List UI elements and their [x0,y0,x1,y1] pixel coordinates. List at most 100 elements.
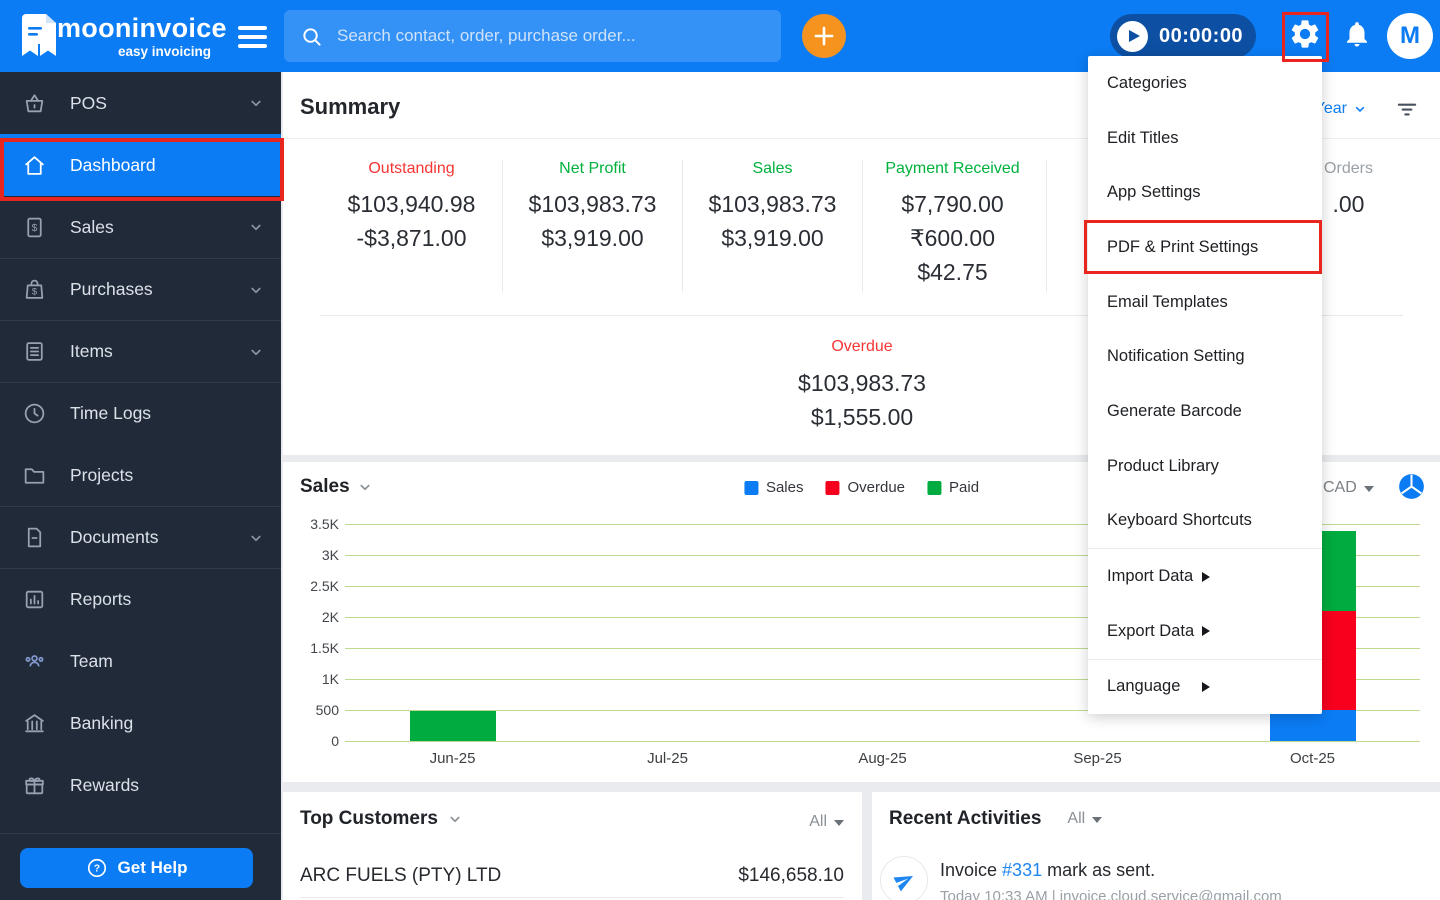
chevron-down-icon [247,218,265,236]
sidebar-item-label: Projects [70,464,134,485]
stat-label: Outstanding [368,160,455,177]
clock-icon [22,401,48,426]
menu-item-label: Keyboard Shortcuts [1107,511,1252,530]
sidebar-item-purchases[interactable]: $ Purchases [0,258,281,320]
hamburger-menu-icon[interactable] [238,26,267,53]
sidebar-item-projects[interactable]: Projects [0,444,281,506]
filter-icon[interactable] [1394,96,1420,127]
sidebar-item-sales[interactable]: $ Sales [0,196,281,258]
sidebar-item-time-logs[interactable]: Time Logs [0,382,281,444]
legend-label: Paid [949,479,980,496]
caret-down-icon [1363,486,1374,492]
stat-outstanding: Outstanding $103,940.98 -$3,871.00 [321,160,502,255]
x-tick-label: Jul-25 [647,750,688,767]
menu-item-notification-setting[interactable]: Notification Setting [1088,329,1322,384]
pie-chart-toggle-icon[interactable] [1398,473,1425,505]
brand-name: mooninvoice [57,13,227,43]
sidebar-item-label: Items [70,341,113,361]
menu-item-app-settings[interactable]: App Settings [1088,165,1322,220]
y-tick-label: 0 [331,733,339,749]
submenu-arrow-icon [1201,681,1305,692]
chevron-down-icon [247,94,265,112]
stat-net-profit: Net Profit $103,983.73 $3,919.00 [502,160,683,255]
get-help-label: Get Help [117,858,188,877]
sales-chart-title-dropdown[interactable]: Sales [300,476,374,498]
sidebar-item-dashboard[interactable]: Dashboard [0,134,281,196]
sidebar-item-label: POS [70,92,107,113]
chevron-down-icon [247,281,265,299]
notifications-bell-icon[interactable] [1342,19,1372,54]
sidebar-item-pos[interactable]: POS [0,72,281,134]
settings-gear-icon[interactable] [1288,17,1322,56]
legend-swatch [825,480,840,495]
x-tick-label: Aug-25 [858,750,907,767]
menu-item-label: Email Templates [1107,292,1228,311]
play-icon [1117,20,1148,52]
menu-item-label: PDF & Print Settings [1107,237,1259,256]
top-customers-filter[interactable]: All [809,813,844,831]
settings-dropdown-menu: Categories Edit Titles App Settings PDF & P… [1088,56,1322,715]
gift-icon [22,773,48,798]
menu-item-pdf-print-settings[interactable]: PDF & Print Settings [1088,220,1322,275]
bar-segment-paid[interactable] [409,711,496,741]
sidebar-divider [0,833,281,834]
menu-item-export-data[interactable]: Export Data [1088,604,1322,659]
chart-legend: Sales Overdue Paid [743,479,980,496]
sales-doc-icon: $ [22,215,48,240]
menu-item-generate-barcode[interactable]: Generate Barcode [1088,384,1322,439]
invoice-link[interactable]: #331 [1002,860,1042,880]
sidebar-item-banking[interactable]: Banking [0,692,281,754]
menu-item-label: Language [1107,677,1181,696]
menu-item-edit-titles[interactable]: Edit Titles [1088,111,1322,166]
stat-label: Sales [752,160,793,177]
folder-icon [22,463,48,488]
time-tracker-button[interactable]: 00:00:00 [1110,14,1256,58]
chevron-down-icon [1355,106,1365,113]
legend-swatch [927,480,942,495]
plus-icon [811,23,837,49]
activity-icon-circle [880,856,928,900]
reports-icon [22,587,48,612]
home-icon [22,153,48,178]
menu-item-product-library[interactable]: Product Library [1088,439,1322,494]
get-help-button[interactable]: ? Get Help [20,848,253,888]
menu-item-email-templates[interactable]: Email Templates [1088,275,1322,330]
stat-value: $42.75 [917,259,988,285]
menu-item-language[interactable]: Language [1088,660,1322,715]
user-avatar[interactable]: M [1387,13,1433,59]
global-search[interactable] [284,10,781,62]
customer-name: ARC FUELS (PTY) LTD [300,864,502,886]
submenu-arrow-icon [1201,626,1305,637]
sidebar-nav: POS Dashboard $ Sales $ Purchases Items Time Lo… [0,72,281,900]
legend-item-sales: Sales [743,479,804,496]
customer-amount: $146,658.10 [738,864,844,886]
stat-label: Payment Received [885,160,1020,177]
sidebar-item-documents[interactable]: Documents [0,506,281,568]
legend-label: Sales [765,479,804,496]
stat-value: $7,790.00 [901,191,1004,217]
sidebar-item-reports[interactable]: Reports [0,568,281,630]
currency-dropdown[interactable]: CAD [1323,479,1374,497]
currency-label: CAD [1323,479,1357,496]
y-tick-label: 1K [321,671,339,687]
recent-activities-filter[interactable]: All [1067,810,1103,828]
svg-text:$: $ [32,223,38,234]
chevron-down-icon [247,529,265,547]
quick-add-button[interactable] [802,14,846,58]
sidebar-item-rewards[interactable]: Rewards [0,754,281,816]
search-input[interactable] [335,25,759,47]
stat-column-divider [502,160,503,292]
sidebar-item-team[interactable]: Team [0,630,281,692]
menu-item-import-data[interactable]: Import Data [1088,549,1322,604]
mooninvoice-logo-icon [18,12,60,63]
activity-text: Invoice #331 mark as sent. [940,860,1156,880]
menu-item-keyboard-shortcuts[interactable]: Keyboard Shortcuts [1088,494,1322,549]
menu-item-categories[interactable]: Categories [1088,56,1322,111]
basket-icon [22,91,48,116]
sidebar-item-items[interactable]: Items [0,320,281,382]
top-customers-title-dropdown[interactable]: Top Customers [300,808,464,830]
bar-segment-sales[interactable] [1269,710,1356,741]
menu-item-label: Edit Titles [1107,128,1179,147]
menu-item-label: Product Library [1107,456,1219,475]
customer-row[interactable]: ARC FUELS (PTY) LTD $146,658.10 [300,854,844,898]
